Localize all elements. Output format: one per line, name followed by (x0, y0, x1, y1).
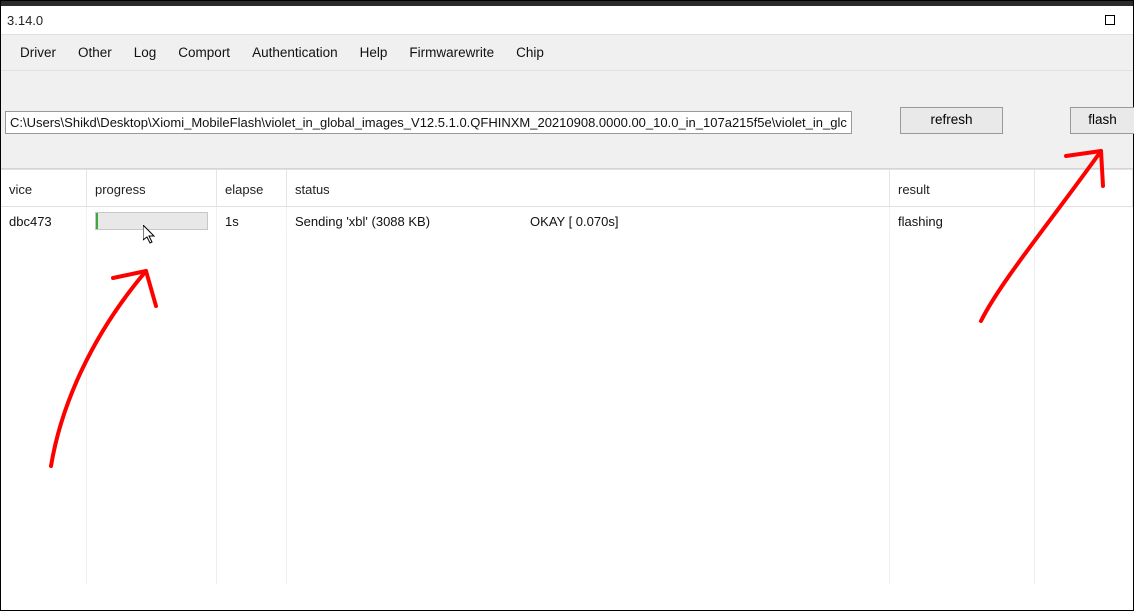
status-okay: OKAY [ 0.070s] (530, 214, 618, 229)
cell-progress (87, 207, 217, 235)
menubar: Driver Other Log Comport Authentication … (1, 34, 1133, 71)
header-result[interactable]: result (890, 170, 1035, 206)
header-last (1035, 170, 1133, 206)
column-headers: vice progress elapse status result (1, 169, 1133, 207)
maximize-button[interactable] (1087, 6, 1133, 34)
maximize-icon (1105, 15, 1115, 25)
window-title: 3.14.0 (7, 13, 43, 28)
menu-other[interactable]: Other (67, 40, 123, 65)
cell-elapse: 1s (217, 207, 287, 235)
annotation-arrow-progress (41, 256, 171, 476)
toolbar: refresh flash (1, 71, 1133, 169)
menu-driver[interactable]: Driver (9, 40, 67, 65)
vertical-gridlines (1, 207, 1133, 584)
header-device[interactable]: vice (1, 170, 87, 206)
cell-device: dbc473 (1, 207, 87, 235)
header-status[interactable]: status (287, 170, 890, 206)
flash-button[interactable]: flash (1070, 107, 1134, 134)
header-progress[interactable]: progress (87, 170, 217, 206)
menu-authentication[interactable]: Authentication (241, 40, 349, 65)
menu-help[interactable]: Help (349, 40, 399, 65)
cell-result: flashing (890, 207, 1035, 235)
header-elapse[interactable]: elapse (217, 170, 287, 206)
menu-firmwarewrite[interactable]: Firmwarewrite (398, 40, 505, 65)
menu-log[interactable]: Log (123, 40, 168, 65)
window-controls (1041, 6, 1133, 34)
progress-bar (95, 212, 208, 230)
status-sending: Sending 'xbl' (3088 KB) (295, 214, 430, 229)
titlebar[interactable]: 3.14.0 (1, 6, 1133, 34)
path-input[interactable] (5, 111, 852, 134)
minimize-button[interactable] (1041, 6, 1087, 34)
menu-comport[interactable]: Comport (167, 40, 241, 65)
cell-status: Sending 'xbl' (3088 KB) OKAY [ 0.070s] (287, 207, 890, 235)
progress-fill (96, 213, 98, 229)
table-row[interactable]: dbc473 1s Sending 'xbl' (3088 KB) OKAY [… (1, 207, 1133, 235)
refresh-button[interactable]: refresh (900, 107, 1003, 134)
menu-chip[interactable]: Chip (505, 40, 555, 65)
